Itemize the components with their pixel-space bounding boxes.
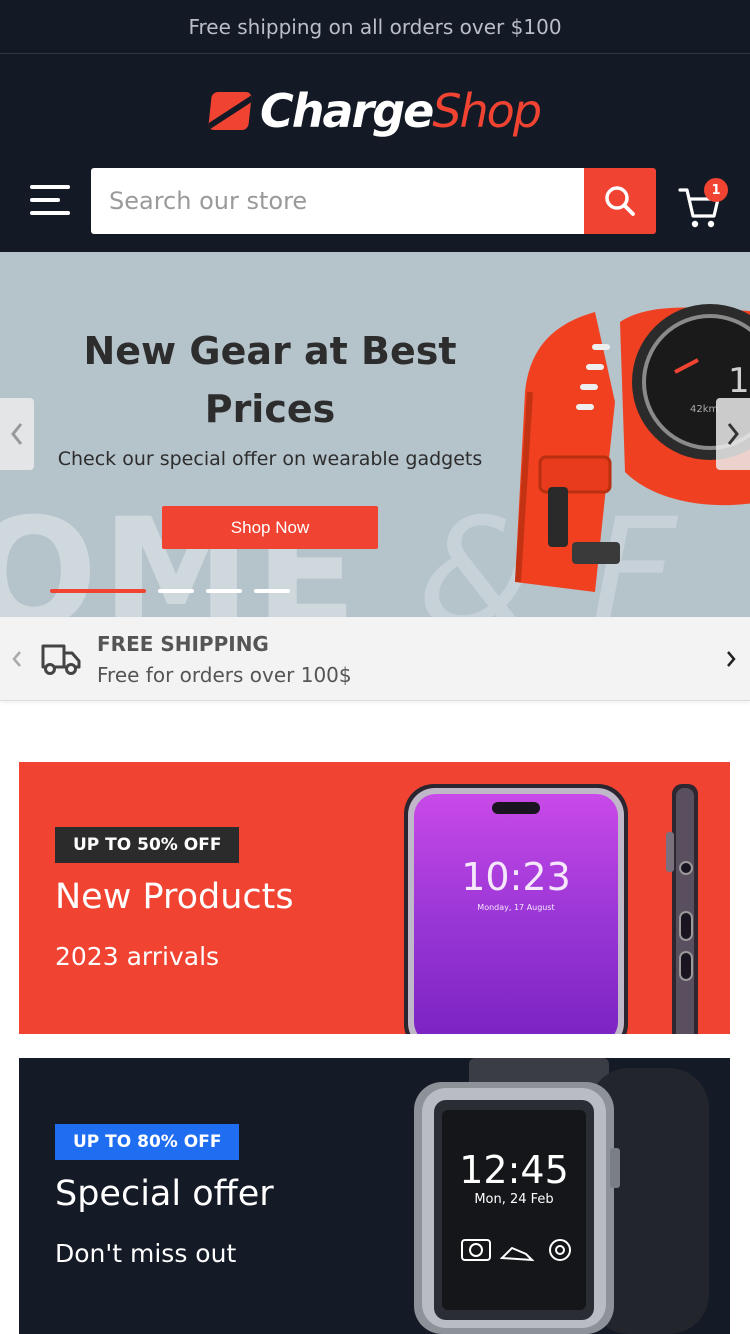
smartwatch-image: 12:45 Mon, 24 Feb bbox=[414, 1058, 709, 1334]
chevron-right-icon bbox=[727, 651, 736, 667]
hero-slider: OME & F 10 42km New Gear at Best Prices … bbox=[0, 252, 750, 617]
slider-dot[interactable] bbox=[158, 589, 194, 593]
cart-button[interactable]: 1 bbox=[678, 178, 728, 228]
announcement-text: Free shipping on all orders over $100 bbox=[188, 14, 562, 39]
svg-text:42km: 42km bbox=[690, 404, 718, 415]
search-bar bbox=[91, 168, 656, 234]
promo-subtitle: Don't miss out bbox=[55, 1239, 237, 1268]
slider-dot[interactable] bbox=[254, 589, 290, 593]
search-button[interactable] bbox=[584, 168, 656, 234]
shipping-banner: FREE SHIPPING Free for orders over 100$ bbox=[0, 617, 750, 701]
watch-time: 12:45 bbox=[459, 1148, 569, 1192]
slider-prev-button[interactable] bbox=[0, 398, 34, 470]
logo[interactable]: ChargeShop bbox=[0, 84, 750, 138]
chevron-right-icon bbox=[727, 423, 739, 445]
shipping-title: FREE SHIPPING bbox=[97, 632, 269, 656]
svg-text:10: 10 bbox=[728, 361, 750, 401]
cart-count-badge: 1 bbox=[704, 178, 728, 202]
truck-icon bbox=[41, 644, 81, 675]
phone-date: Monday, 17 August bbox=[477, 903, 554, 912]
promo-subtitle: 2023 arrivals bbox=[55, 942, 220, 971]
smartphone-image: 10:23 Monday, 17 August bbox=[404, 784, 698, 1034]
announcement-bar: Free shipping on all orders over $100 bbox=[0, 0, 750, 54]
promo-banner-special-offer[interactable]: UP TO 80% OFF Special offer Don't miss o… bbox=[19, 1058, 730, 1334]
phone-time: 10:23 bbox=[461, 855, 571, 899]
search-icon bbox=[605, 186, 635, 216]
shop-now-button[interactable]: Shop Now bbox=[162, 506, 378, 549]
slider-dot[interactable] bbox=[206, 589, 242, 593]
smartwatch-image: 10 42km bbox=[515, 304, 750, 592]
slider-next-button[interactable] bbox=[716, 398, 750, 470]
watch-date: Mon, 24 Feb bbox=[474, 1192, 553, 1207]
shipping-description: Free for orders over 100$ bbox=[97, 663, 352, 687]
logo-text: ChargeShop bbox=[259, 84, 542, 138]
search-input[interactable] bbox=[91, 168, 584, 234]
logo-mark-icon bbox=[207, 92, 252, 130]
hero-title: New Gear at Best Prices bbox=[83, 329, 457, 431]
hero-subtitle: Check our special offer on wearable gadg… bbox=[57, 448, 483, 470]
shipping-next-button[interactable] bbox=[724, 649, 738, 673]
slider-dot[interactable] bbox=[50, 589, 146, 593]
shipping-prev-button[interactable] bbox=[10, 649, 24, 673]
promo-title: New Products bbox=[55, 877, 294, 917]
promo-banner-new-products[interactable]: UP TO 50% OFF New Products 2023 arrivals… bbox=[19, 762, 730, 1034]
logo-text-part2: Shop bbox=[432, 84, 542, 138]
discount-tag: UP TO 80% OFF bbox=[55, 1124, 240, 1160]
logo-text-part1: Charge bbox=[259, 84, 434, 138]
chevron-left-icon bbox=[12, 651, 21, 667]
menu-icon[interactable] bbox=[30, 182, 70, 218]
header: ChargeShop 1 bbox=[0, 54, 750, 252]
discount-tag: UP TO 50% OFF bbox=[55, 827, 240, 863]
promo-title: Special offer bbox=[55, 1174, 274, 1214]
slider-dots bbox=[50, 589, 290, 593]
chevron-left-icon bbox=[11, 423, 23, 445]
